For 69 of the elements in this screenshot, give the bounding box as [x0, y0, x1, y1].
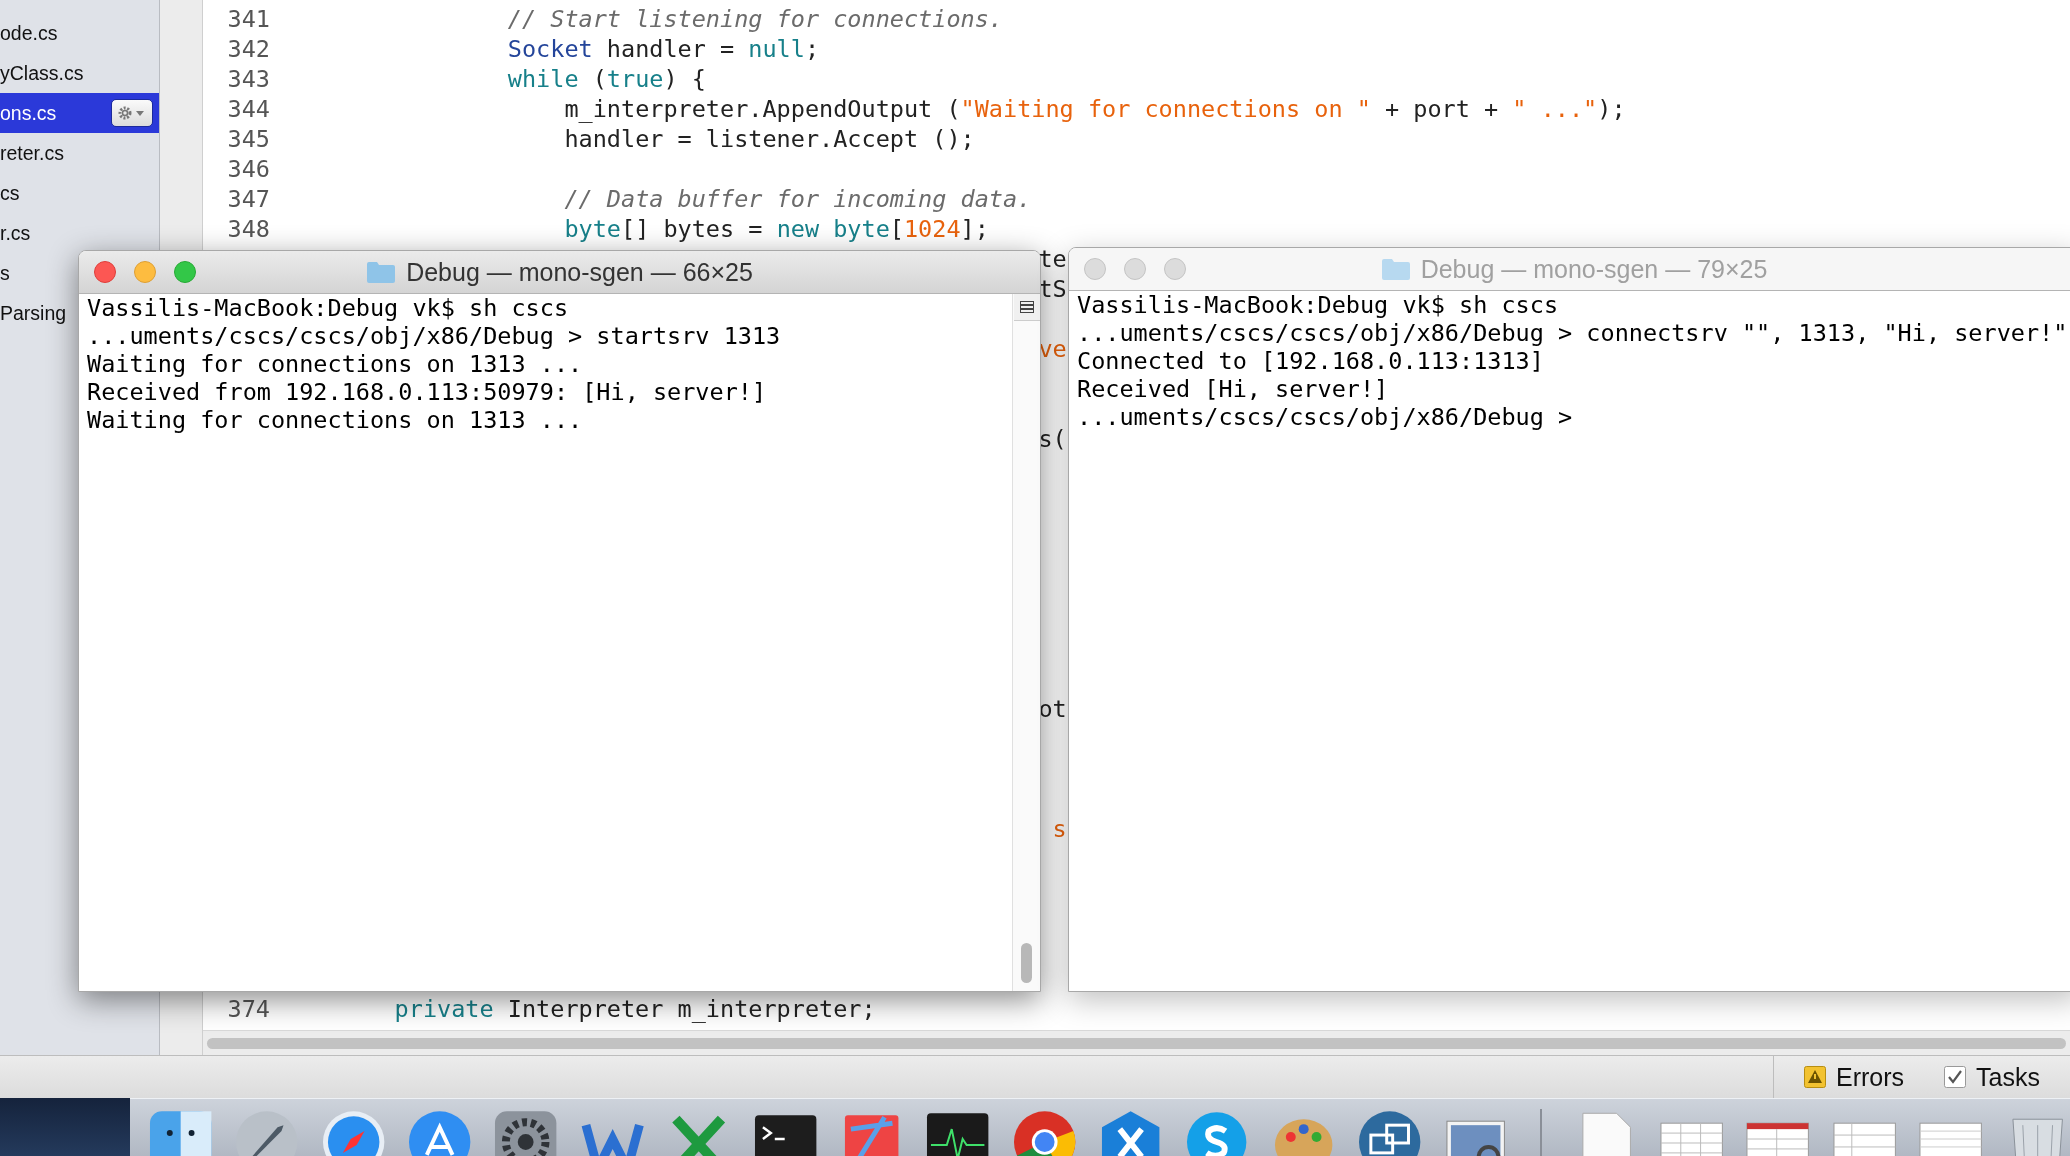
split-pane-button[interactable]	[1013, 294, 1040, 321]
line-number: 343	[226, 64, 270, 94]
code-fragment: te	[1038, 244, 1067, 274]
scroll-thumb[interactable]	[207, 1037, 2066, 1049]
line-number: 347	[226, 184, 270, 214]
line-number: 374	[226, 994, 270, 1024]
code-fragment: ot	[1038, 694, 1067, 724]
code-line: m_interpreter.AppendOutput ("Waiting for connections on " + port + " ...");	[564, 94, 1626, 124]
line-number: 345	[226, 124, 270, 154]
status-label[interactable]: Tasks	[1976, 1062, 2040, 1092]
close-button[interactable]	[94, 261, 116, 283]
terminal-line: ...uments/cscs/cscs/obj/x86/Debug >	[1077, 403, 1573, 431]
app-store-icon[interactable]	[407, 1109, 473, 1156]
line-number: 348	[226, 214, 270, 244]
folder-icon	[1380, 257, 1411, 281]
gear-icon	[117, 105, 147, 121]
scroll-thumb[interactable]	[1021, 943, 1032, 983]
status-label[interactable]: Errors	[1836, 1062, 1905, 1092]
code-fragment: ve	[1038, 334, 1067, 364]
code-line: // Start listening for connections.	[507, 4, 1003, 34]
folder-icon	[366, 260, 397, 284]
gear-menu-button[interactable]	[111, 99, 153, 127]
zoom-button[interactable]	[174, 261, 196, 283]
gear-icon[interactable]	[493, 1109, 559, 1156]
code-line: handler = listener.Accept ();	[564, 124, 975, 154]
code-fragment: s(	[1038, 424, 1067, 454]
file-item[interactable]: reter.cs	[0, 133, 70, 173]
terminal-line: Waiting for connections on 1313 ...	[87, 350, 583, 378]
line-number: 346	[226, 154, 270, 184]
terminal-line: Received from 192.168.0.113:50979: [Hi, server!]	[87, 378, 767, 406]
file-item[interactable]: Parsing	[0, 293, 73, 333]
terminal-line: ...uments/cscs/cscs/obj/x86/Debug > startsrv 1313	[87, 322, 781, 350]
file-item[interactable]: s	[0, 253, 16, 293]
terminal-line: ...uments/cscs/cscs/obj/x86/Debug > connectsrv "", 1313, "Hi, server!"	[1077, 319, 2068, 347]
checkbox-icon	[1944, 1066, 1967, 1088]
file-item[interactable]: ode.cs	[0, 13, 64, 53]
finder-face-icon[interactable]	[148, 1109, 214, 1156]
scroll-bar[interactable]	[1012, 294, 1040, 991]
window-title: Debug — mono-sgen — 66×25	[406, 257, 753, 287]
split-pane-icon	[1019, 301, 1034, 313]
code-line: byte[] bytes = new byte[1024];	[564, 214, 989, 244]
terminal-line: Vassilis-MacBook:Debug vk$ sh cscs	[1077, 291, 1559, 319]
file-item[interactable]: ons.cs	[0, 93, 159, 133]
line-number: 344	[226, 94, 270, 124]
terminal-line: Vassilis-MacBook:Debug vk$ sh cscs	[87, 294, 569, 322]
zoom-button[interactable]	[1164, 258, 1186, 280]
file-item[interactable]: cs	[0, 173, 26, 213]
line-number: 341	[226, 4, 270, 34]
file-item[interactable]: yClass.cs	[0, 53, 90, 93]
horizontal-scroll-bar[interactable]	[203, 1030, 2070, 1055]
minimize-button[interactable]	[134, 261, 156, 283]
compass-icon[interactable]	[320, 1109, 387, 1156]
terminal-line: Connected to [192.168.0.113:1313]	[1077, 347, 1544, 375]
close-button[interactable]	[1084, 258, 1106, 280]
line-number: 342	[226, 34, 270, 64]
window-title: Debug — mono-sgen — 79×25	[1420, 254, 1768, 284]
code-fragment: s	[1052, 814, 1067, 844]
code-line: while (true) {	[507, 64, 706, 94]
code-line: Socket handler = null;	[507, 34, 820, 64]
code-fragment: tS	[1038, 274, 1067, 304]
code-line: // Data buffer for incoming data.	[564, 184, 1032, 214]
terminal-line: Received [Hi, server!]	[1077, 375, 1389, 403]
code-line: private Interpreter m_interpreter;	[394, 994, 876, 1024]
warning-icon	[1804, 1066, 1827, 1088]
file-item[interactable]: r.cs	[0, 213, 37, 253]
remote-screens-icon[interactable]	[1357, 1109, 1423, 1156]
terminal-line: Waiting for connections on 1313 ...	[87, 406, 583, 434]
minimize-button[interactable]	[1124, 258, 1146, 280]
chrome-icon[interactable]	[1011, 1109, 1077, 1156]
